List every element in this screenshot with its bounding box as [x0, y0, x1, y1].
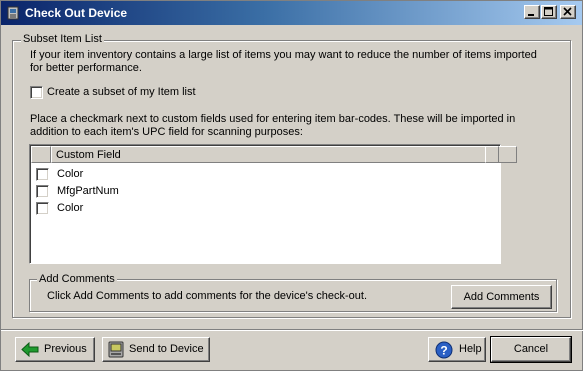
- list-header-custom-field[interactable]: Custom Field: [51, 146, 517, 163]
- title-bar[interactable]: Check Out Device: [1, 1, 582, 25]
- maximize-button[interactable]: [541, 5, 557, 19]
- list-header-check-column[interactable]: [31, 146, 51, 163]
- custom-field-name: MfgPartNum: [57, 185, 119, 197]
- create-subset-checkbox[interactable]: [30, 86, 43, 99]
- custom-fields-description: Place a checkmark next to custom fields …: [30, 113, 516, 138]
- check-out-device-window: Check Out Device Subset Item List If you…: [0, 0, 583, 371]
- svg-text:?: ?: [440, 344, 447, 358]
- custom-field-checkbox[interactable]: [36, 202, 49, 215]
- subset-description: If your item inventory contains a large …: [30, 49, 537, 74]
- app-icon: [7, 6, 19, 20]
- subset-group-legend: Subset Item List: [21, 33, 104, 46]
- add-comments-legend: Add Comments: [37, 273, 117, 286]
- custom-field-checkbox[interactable]: [36, 185, 49, 198]
- maximize-icon: [544, 7, 553, 16]
- custom-field-name: Color: [57, 168, 84, 180]
- help-icon: ?: [435, 341, 453, 359]
- custom-field-list[interactable]: Custom Field Color MfgPartNum Color: [29, 144, 517, 264]
- minimize-icon: [528, 14, 534, 16]
- custom-field-name: Color: [57, 202, 84, 214]
- add-comments-button[interactable]: Add Comments: [451, 285, 552, 309]
- send-to-device-button-label: Send to Device: [129, 343, 204, 355]
- footer-separator: [1, 329, 583, 331]
- previous-button[interactable]: Previous: [15, 337, 95, 362]
- list-header-filler: [485, 146, 499, 163]
- list-item[interactable]: MfgPartNum: [31, 183, 499, 200]
- close-icon: [563, 7, 572, 16]
- list-item[interactable]: Color: [31, 200, 499, 217]
- previous-button-label: Previous: [44, 343, 87, 355]
- list-item[interactable]: Color: [31, 166, 499, 183]
- cancel-button[interactable]: Cancel: [490, 336, 572, 363]
- custom-field-checkbox[interactable]: [36, 168, 49, 181]
- help-button[interactable]: ? Help: [428, 337, 486, 362]
- list-header-label: Custom Field: [56, 149, 121, 161]
- add-comments-description: Click Add Comments to add comments for t…: [47, 290, 368, 302]
- arrow-left-icon: [21, 342, 39, 357]
- minimize-button[interactable]: [524, 5, 540, 19]
- window-title: Check Out Device: [25, 6, 128, 20]
- add-comments-button-label: Add Comments: [463, 291, 540, 303]
- create-subset-label[interactable]: Create a subset of my Item list: [47, 86, 196, 99]
- send-to-device-button[interactable]: Send to Device: [102, 337, 210, 362]
- close-button[interactable]: [560, 5, 576, 19]
- cancel-button-label: Cancel: [513, 343, 549, 355]
- help-button-label: Help: [459, 343, 482, 355]
- device-icon: [108, 341, 124, 358]
